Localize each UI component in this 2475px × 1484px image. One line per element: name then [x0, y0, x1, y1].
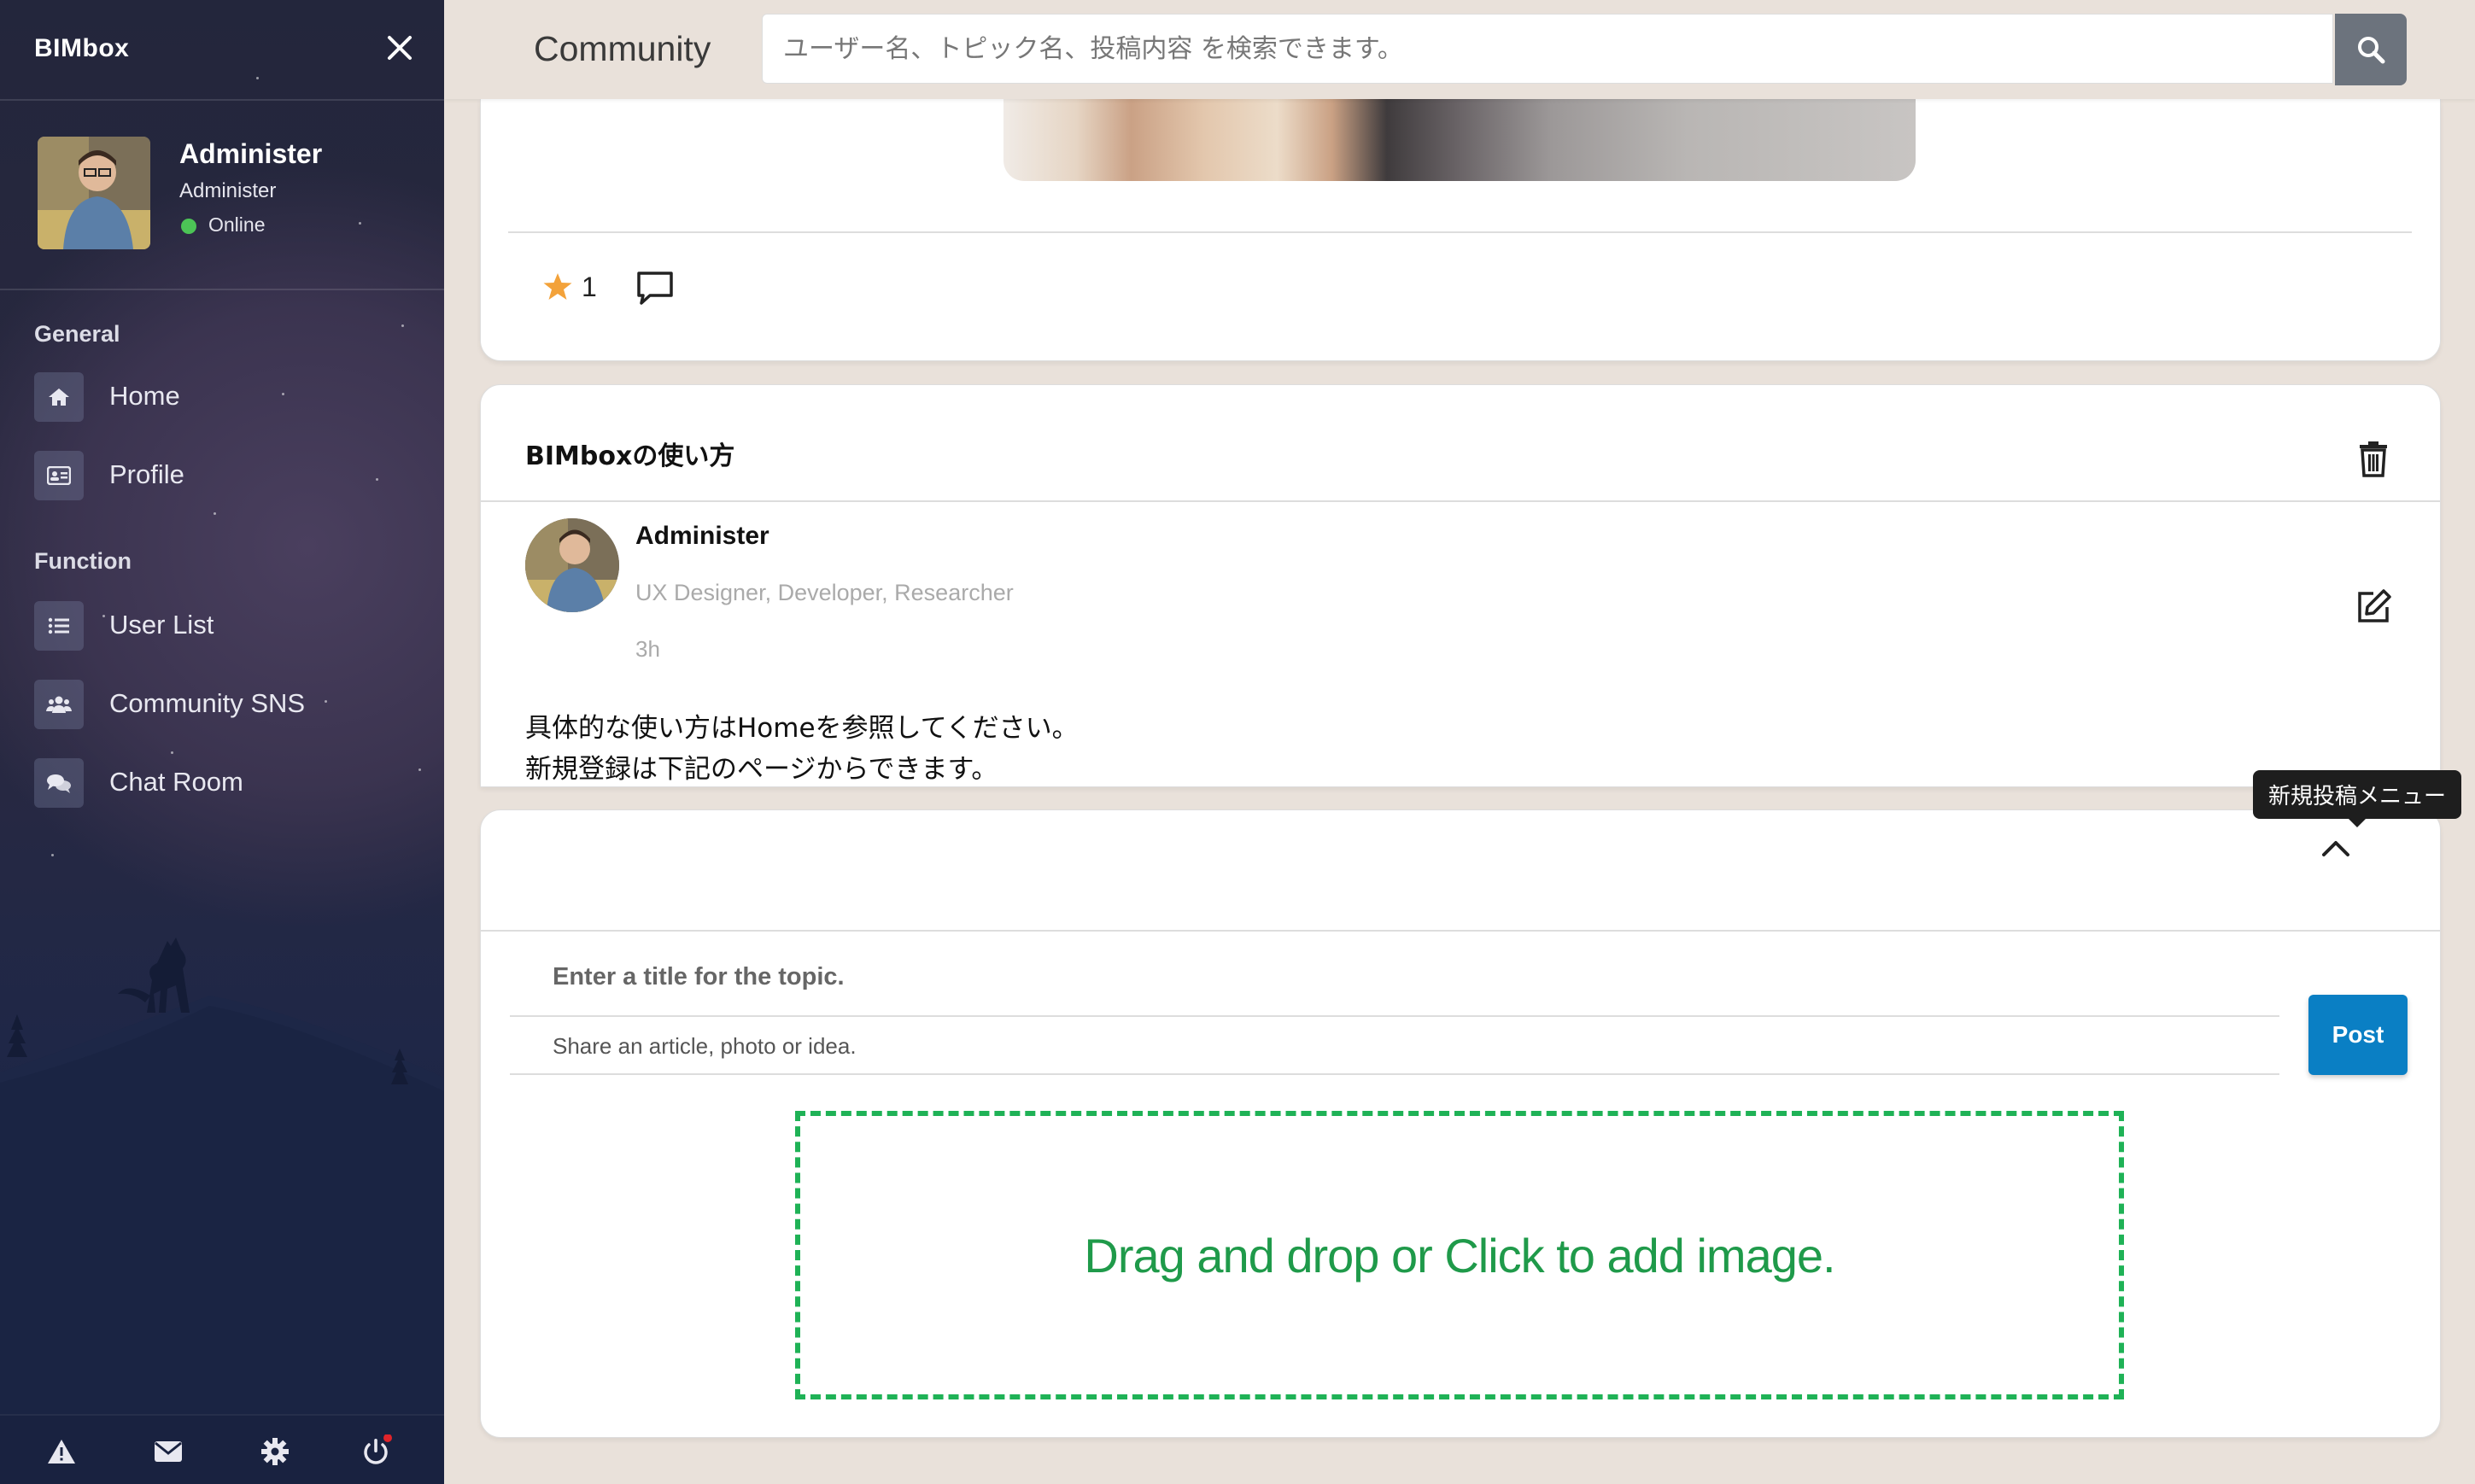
top-bar: Community	[444, 0, 2475, 99]
sidebar-item-user-list[interactable]: User List	[34, 598, 410, 652]
sidebar-item-label: Community SNS	[109, 688, 306, 718]
warning-icon[interactable]	[43, 1433, 80, 1470]
like-count: 1	[582, 271, 597, 302]
new-post-composer: Post Drag and drop or Click to add image…	[480, 809, 2441, 1438]
sidebar-user-status: Online	[208, 213, 266, 236]
post-button[interactable]: Post	[2308, 995, 2408, 1075]
sidebar-header: BIMbox	[0, 0, 444, 101]
sidebar-item-label: User List	[109, 610, 214, 640]
post-card: 1	[480, 99, 2441, 361]
wolf-landscape-illustration	[0, 938, 444, 1484]
post-timestamp: 3h	[635, 636, 660, 662]
post-author-name[interactable]: Administer	[635, 522, 769, 551]
star	[51, 854, 54, 856]
star	[418, 768, 421, 771]
sidebar-item-label: Home	[109, 381, 180, 411]
star	[171, 751, 173, 754]
post-body-line: 新規登録は下記のページからできます。	[525, 754, 998, 785]
sidebar-user-name: Administer	[179, 138, 323, 169]
sidebar-item-home[interactable]: Home	[34, 369, 410, 424]
home-icon	[34, 372, 84, 422]
sidebar-item-community-sns[interactable]: Community SNS	[34, 676, 410, 731]
page-title: Community	[534, 29, 711, 68]
power-icon[interactable]	[357, 1433, 395, 1470]
chat-bubbles-icon	[34, 758, 84, 808]
list-icon	[34, 601, 84, 651]
post-author-roles: UX Designer, Developer, Researcher	[635, 580, 1014, 605]
sidebar-user-role: Administer	[179, 179, 277, 202]
gear-icon[interactable]	[256, 1433, 294, 1470]
topic-title-input[interactable]	[510, 938, 2279, 1017]
avatar[interactable]	[38, 137, 150, 249]
mail-icon[interactable]	[149, 1433, 187, 1470]
star	[214, 512, 216, 515]
search-button[interactable]	[2335, 14, 2407, 85]
avatar[interactable]	[525, 518, 619, 612]
brand-logo: BIMbox	[34, 34, 130, 62]
comment-icon[interactable]	[635, 267, 676, 308]
search-input[interactable]	[762, 14, 2333, 84]
topic-body-input[interactable]	[510, 1019, 2279, 1075]
tooltip: 新規投稿メニュー	[2253, 770, 2462, 827]
star	[401, 324, 404, 327]
sidebar-item-chat-room[interactable]: Chat Room	[34, 755, 410, 809]
sidebar-footer	[0, 1414, 444, 1484]
users-icon	[34, 680, 84, 729]
post-title: BIMboxの使い方	[525, 441, 735, 471]
post-card: BIMboxの使い方 Administer UX Designer, Devel…	[480, 384, 2441, 787]
post-body-line: 具体的な使い方はHomeを参照してください。	[525, 713, 1079, 744]
post-body: 具体的な使い方はHomeを参照してください。 新規登録は下記のページからできます…	[525, 708, 1079, 786]
post-image[interactable]	[1003, 99, 1916, 181]
star-icon	[543, 273, 572, 300]
sidebar-section-function: Function	[34, 548, 132, 574]
close-icon[interactable]	[381, 29, 418, 67]
divider	[481, 500, 2440, 502]
divider	[508, 231, 2412, 233]
chevron-up-icon[interactable]	[2314, 826, 2358, 870]
sidebar-item-label: Chat Room	[109, 767, 243, 797]
image-dropzone[interactable]: Drag and drop or Click to add image.	[795, 1111, 2124, 1399]
id-card-icon	[34, 451, 84, 500]
avatar-portrait	[38, 137, 150, 249]
sidebar: BIMbox Administer Administer Online Gene…	[0, 0, 444, 1484]
trash-icon[interactable]	[2353, 438, 2394, 479]
like-button[interactable]: 1	[542, 268, 597, 306]
sidebar-item-label: Profile	[109, 459, 184, 489]
divider	[481, 930, 2440, 932]
online-status-dot	[181, 219, 196, 234]
sidebar-item-profile[interactable]: Profile	[34, 447, 410, 502]
sidebar-user-panel: Administer Administer Online	[0, 99, 444, 290]
sidebar-section-general: General	[34, 321, 120, 347]
avatar-portrait	[525, 518, 619, 612]
dropzone-label: Drag and drop or Click to add image.	[1084, 1228, 1835, 1282]
edit-icon[interactable]	[2353, 587, 2394, 628]
search-icon	[2358, 37, 2385, 64]
